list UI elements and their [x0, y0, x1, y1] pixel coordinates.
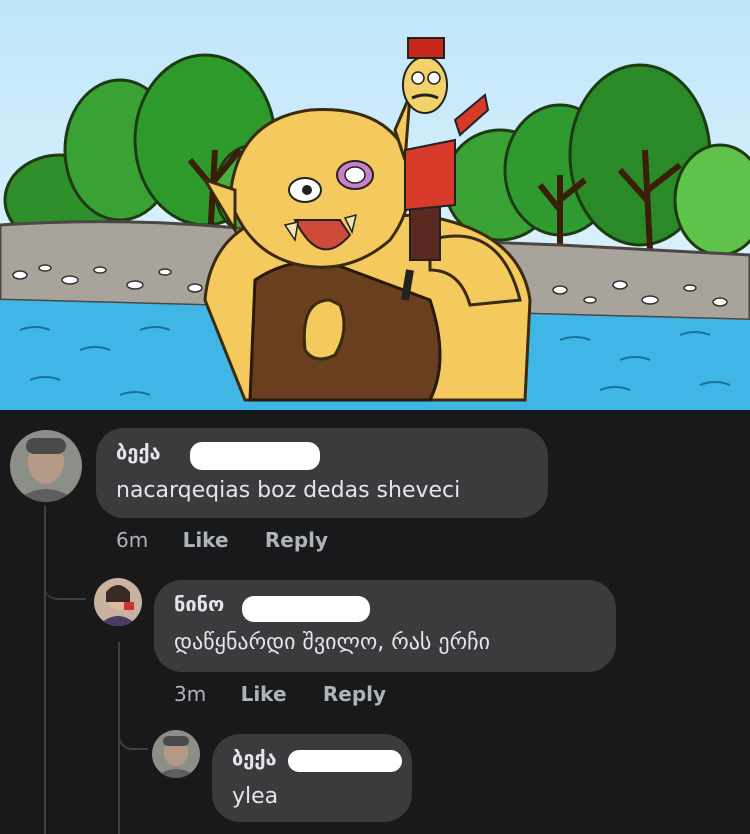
cartoon-illustration	[0, 0, 750, 410]
comment-timestamp[interactable]: 6m	[116, 528, 148, 552]
thread-connector-reply-1	[44, 570, 86, 600]
comment-bubble[interactable]: ბექა ylea	[212, 734, 412, 822]
comment-bubble[interactable]: ბექა nacarqeqias boz dedas sheveci	[96, 428, 548, 518]
thread-connector-reply-2	[118, 728, 148, 750]
comment-author[interactable]: ბექა	[232, 746, 277, 770]
comment-text: დაწყნარდი შვილო, რას ერჩი	[174, 630, 490, 655]
post-image[interactable]	[0, 0, 750, 410]
comment-text: ylea	[232, 784, 279, 809]
comment-timestamp[interactable]: 3m	[174, 682, 206, 706]
comment-actions: 3m Like Reply	[174, 682, 386, 706]
comment-author[interactable]: ბექა	[116, 440, 161, 464]
avatar[interactable]	[10, 430, 82, 502]
avatar[interactable]	[94, 578, 142, 626]
redacted-name	[242, 596, 370, 622]
comment-bubble[interactable]: ნინო დაწყნარდი შვილო, რას ერჩი	[154, 580, 616, 672]
reply-button[interactable]: Reply	[265, 528, 328, 552]
reply-button[interactable]: Reply	[323, 682, 386, 706]
comment-text: nacarqeqias boz dedas sheveci	[116, 478, 461, 503]
thread-line-main	[44, 506, 46, 834]
redacted-name	[190, 442, 320, 470]
comment-actions: 6m Like Reply	[116, 528, 328, 552]
avatar-photo	[94, 578, 142, 626]
comments-section: ბექა nacarqeqias boz dedas sheveci 6m Li…	[0, 410, 750, 834]
like-button[interactable]: Like	[241, 682, 287, 706]
like-button[interactable]: Like	[183, 528, 229, 552]
comment-author[interactable]: ნინო	[174, 592, 224, 616]
avatar[interactable]	[152, 730, 200, 778]
avatar-photo	[152, 730, 200, 778]
avatar-photo	[10, 430, 82, 502]
redacted-name	[288, 750, 402, 772]
